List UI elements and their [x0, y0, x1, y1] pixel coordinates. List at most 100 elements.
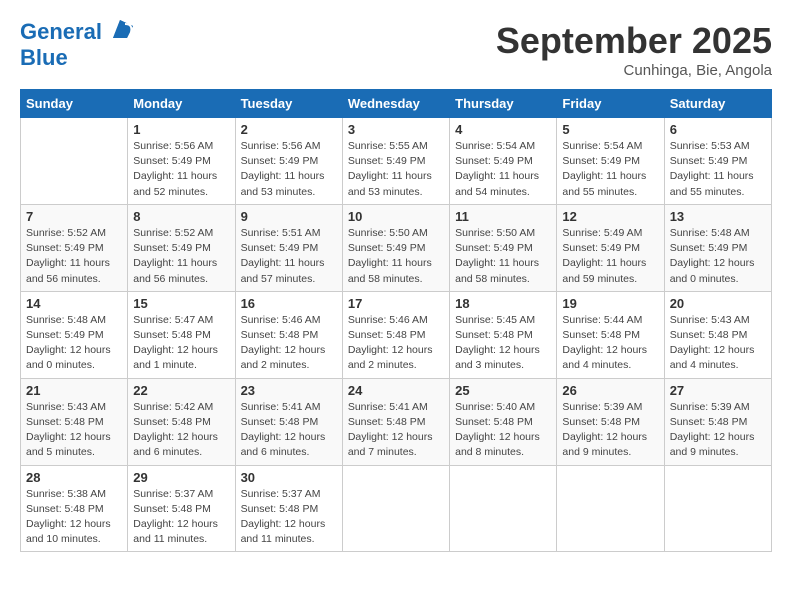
calendar-week-row: 21 Sunrise: 5:43 AMSunset: 5:48 PMDayligh…: [21, 378, 772, 465]
logo-line1: General: [20, 19, 102, 44]
day-header-sunday: Sunday: [21, 90, 128, 118]
month-title: September 2025: [496, 20, 772, 62]
calendar-cell: 12 Sunrise: 5:49 AMSunset: 5:49 PMDayligh…: [557, 204, 664, 291]
day-info: Sunrise: 5:37 AMSunset: 5:48 PMDaylight:…: [133, 487, 229, 548]
day-number: 1: [133, 122, 229, 137]
logo-text: General Blue: [20, 20, 135, 70]
calendar-week-row: 14 Sunrise: 5:48 AMSunset: 5:49 PMDayligh…: [21, 291, 772, 378]
calendar-week-row: 7 Sunrise: 5:52 AMSunset: 5:49 PMDaylight…: [21, 204, 772, 291]
day-number: 25: [455, 383, 551, 398]
day-info: Sunrise: 5:53 AMSunset: 5:49 PMDaylight:…: [670, 139, 766, 200]
day-number: 30: [241, 470, 337, 485]
calendar-cell: 25 Sunrise: 5:40 AMSunset: 5:48 PMDayligh…: [450, 378, 557, 465]
calendar-cell: 5 Sunrise: 5:54 AMSunset: 5:49 PMDaylight…: [557, 118, 664, 205]
location: Cunhinga, Bie, Angola: [496, 62, 772, 79]
calendar-cell: 8 Sunrise: 5:52 AMSunset: 5:49 PMDaylight…: [128, 204, 235, 291]
day-info: Sunrise: 5:37 AMSunset: 5:48 PMDaylight:…: [241, 487, 337, 548]
day-number: 20: [670, 296, 766, 311]
day-info: Sunrise: 5:56 AMSunset: 5:49 PMDaylight:…: [133, 139, 229, 200]
day-info: Sunrise: 5:46 AMSunset: 5:48 PMDaylight:…: [348, 313, 444, 374]
logo-line2: Blue: [20, 45, 68, 70]
day-info: Sunrise: 5:54 AMSunset: 5:49 PMDaylight:…: [562, 139, 658, 200]
day-number: 7: [26, 209, 122, 224]
calendar-cell: 1 Sunrise: 5:56 AMSunset: 5:49 PMDaylight…: [128, 118, 235, 205]
day-info: Sunrise: 5:55 AMSunset: 5:49 PMDaylight:…: [348, 139, 444, 200]
day-info: Sunrise: 5:45 AMSunset: 5:48 PMDaylight:…: [455, 313, 551, 374]
calendar-cell: [21, 118, 128, 205]
calendar-cell: [557, 465, 664, 552]
day-number: 22: [133, 383, 229, 398]
day-info: Sunrise: 5:49 AMSunset: 5:49 PMDaylight:…: [562, 226, 658, 287]
day-header-wednesday: Wednesday: [342, 90, 449, 118]
day-info: Sunrise: 5:48 AMSunset: 5:49 PMDaylight:…: [26, 313, 122, 374]
calendar-cell: 24 Sunrise: 5:41 AMSunset: 5:48 PMDayligh…: [342, 378, 449, 465]
calendar-week-row: 1 Sunrise: 5:56 AMSunset: 5:49 PMDaylight…: [21, 118, 772, 205]
day-info: Sunrise: 5:56 AMSunset: 5:49 PMDaylight:…: [241, 139, 337, 200]
day-info: Sunrise: 5:46 AMSunset: 5:48 PMDaylight:…: [241, 313, 337, 374]
calendar-cell: 20 Sunrise: 5:43 AMSunset: 5:48 PMDayligh…: [664, 291, 771, 378]
calendar-cell: 19Sunrise: 5:44 AMSunset: 5:48 PMDayligh…: [557, 291, 664, 378]
day-number: 14: [26, 296, 122, 311]
day-info: Sunrise: 5:39 AMSunset: 5:48 PMDaylight:…: [562, 400, 658, 461]
calendar-cell: 2 Sunrise: 5:56 AMSunset: 5:49 PMDaylight…: [235, 118, 342, 205]
day-info: Sunrise: 5:43 AMSunset: 5:48 PMDaylight:…: [670, 313, 766, 374]
calendar-cell: 9Sunrise: 5:51 AMSunset: 5:49 PMDaylight…: [235, 204, 342, 291]
day-number: 8: [133, 209, 229, 224]
day-number: 4: [455, 122, 551, 137]
calendar-cell: 3 Sunrise: 5:55 AMSunset: 5:49 PMDaylight…: [342, 118, 449, 205]
calendar-cell: 22 Sunrise: 5:42 AMSunset: 5:48 PMDayligh…: [128, 378, 235, 465]
day-header-thursday: Thursday: [450, 90, 557, 118]
day-info: Sunrise: 5:50 AMSunset: 5:49 PMDaylight:…: [455, 226, 551, 287]
day-number: 5: [562, 122, 658, 137]
day-info: Sunrise: 5:52 AMSunset: 5:49 PMDaylight:…: [133, 226, 229, 287]
day-info: Sunrise: 5:42 AMSunset: 5:48 PMDaylight:…: [133, 400, 229, 461]
day-number: 13: [670, 209, 766, 224]
day-number: 28: [26, 470, 122, 485]
calendar-cell: 26 Sunrise: 5:39 AMSunset: 5:48 PMDayligh…: [557, 378, 664, 465]
calendar-table: SundayMondayTuesdayWednesdayThursdayFrid…: [20, 89, 772, 552]
page-header: General Blue September 2025 Cunhinga, Bi…: [20, 20, 772, 79]
calendar-cell: 21 Sunrise: 5:43 AMSunset: 5:48 PMDayligh…: [21, 378, 128, 465]
calendar-cell: 14 Sunrise: 5:48 AMSunset: 5:49 PMDayligh…: [21, 291, 128, 378]
calendar-cell: 10 Sunrise: 5:50 AMSunset: 5:49 PMDayligh…: [342, 204, 449, 291]
day-number: 16: [241, 296, 337, 311]
calendar-cell: [342, 465, 449, 552]
calendar-cell: 16 Sunrise: 5:46 AMSunset: 5:48 PMDayligh…: [235, 291, 342, 378]
day-info: Sunrise: 5:50 AMSunset: 5:49 PMDaylight:…: [348, 226, 444, 287]
day-info: Sunrise: 5:41 AMSunset: 5:48 PMDaylight:…: [241, 400, 337, 461]
day-info: Sunrise: 5:40 AMSunset: 5:48 PMDaylight:…: [455, 400, 551, 461]
day-number: 24: [348, 383, 444, 398]
calendar-cell: 7Sunrise: 5:52 AMSunset: 5:49 PMDaylight…: [21, 204, 128, 291]
calendar-cell: 6Sunrise: 5:53 AMSunset: 5:49 PMDaylight…: [664, 118, 771, 205]
calendar-week-row: 28 Sunrise: 5:38 AMSunset: 5:48 PMDayligh…: [21, 465, 772, 552]
day-info: Sunrise: 5:48 AMSunset: 5:49 PMDaylight:…: [670, 226, 766, 287]
calendar-header-row: SundayMondayTuesdayWednesdayThursdayFrid…: [21, 90, 772, 118]
day-number: 2: [241, 122, 337, 137]
day-info: Sunrise: 5:47 AMSunset: 5:48 PMDaylight:…: [133, 313, 229, 374]
day-number: 26: [562, 383, 658, 398]
day-number: 3: [348, 122, 444, 137]
day-info: Sunrise: 5:38 AMSunset: 5:48 PMDaylight:…: [26, 487, 122, 548]
day-info: Sunrise: 5:41 AMSunset: 5:48 PMDaylight:…: [348, 400, 444, 461]
calendar-cell: [450, 465, 557, 552]
calendar-cell: 30 Sunrise: 5:37 AMSunset: 5:48 PMDayligh…: [235, 465, 342, 552]
calendar-cell: 17 Sunrise: 5:46 AMSunset: 5:48 PMDayligh…: [342, 291, 449, 378]
calendar-cell: 15Sunrise: 5:47 AMSunset: 5:48 PMDayligh…: [128, 291, 235, 378]
day-info: Sunrise: 5:43 AMSunset: 5:48 PMDaylight:…: [26, 400, 122, 461]
day-header-friday: Friday: [557, 90, 664, 118]
calendar-cell: 23Sunrise: 5:41 AMSunset: 5:48 PMDayligh…: [235, 378, 342, 465]
day-header-monday: Monday: [128, 90, 235, 118]
calendar-cell: 18Sunrise: 5:45 AMSunset: 5:48 PMDayligh…: [450, 291, 557, 378]
day-info: Sunrise: 5:44 AMSunset: 5:48 PMDaylight:…: [562, 313, 658, 374]
title-block: September 2025 Cunhinga, Bie, Angola: [496, 20, 772, 79]
day-info: Sunrise: 5:39 AMSunset: 5:48 PMDaylight:…: [670, 400, 766, 461]
day-number: 12: [562, 209, 658, 224]
day-info: Sunrise: 5:54 AMSunset: 5:49 PMDaylight:…: [455, 139, 551, 200]
day-number: 21: [26, 383, 122, 398]
calendar-cell: 28 Sunrise: 5:38 AMSunset: 5:48 PMDayligh…: [21, 465, 128, 552]
day-number: 17: [348, 296, 444, 311]
day-number: 29: [133, 470, 229, 485]
day-header-tuesday: Tuesday: [235, 90, 342, 118]
logo: General Blue: [20, 20, 135, 70]
day-number: 10: [348, 209, 444, 224]
